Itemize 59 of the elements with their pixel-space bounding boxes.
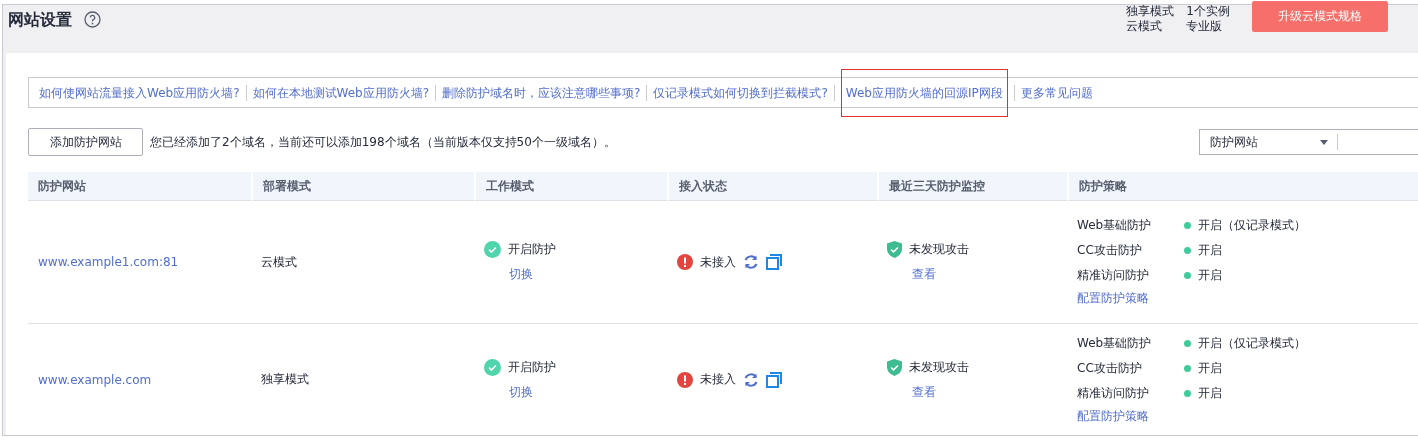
instance-mode: 云模式 — [1126, 19, 1164, 34]
switch-link[interactable]: 切换 — [509, 266, 556, 283]
refresh-icon[interactable] — [743, 254, 759, 270]
switch-link[interactable]: 切换 — [509, 383, 556, 401]
policy-name: Web基础防护 — [1077, 217, 1153, 234]
monitor-status: 未发现攻击 — [909, 241, 969, 258]
configure-policy-link[interactable]: 配置防护策略 — [1077, 290, 1306, 307]
column-header: 接入状态 — [667, 172, 877, 201]
view-link[interactable]: 查看 — [912, 383, 969, 401]
instance-value: 1个实例 — [1186, 4, 1230, 19]
work-status: 开启防护 — [508, 241, 556, 258]
faq-link[interactable]: 删除防护域名时，应该注意哪些事项? — [442, 84, 641, 101]
filter-select[interactable]: 防护网站 — [1199, 129, 1418, 155]
policy-name: 精准访问防护 — [1077, 267, 1150, 284]
site-link[interactable]: www.example1.com:81 — [38, 255, 179, 269]
check-circle-icon — [484, 358, 501, 376]
copy-icon[interactable] — [766, 254, 782, 270]
deploy-mode: 云模式 — [261, 253, 297, 271]
domain-notice: 您已经添加了2个域名，当前还可以添加198个域名（当前版本仅支持50个一级域名）。 — [150, 133, 616, 151]
column-header: 工作模式 — [474, 172, 667, 201]
site-link[interactable]: www.example.com — [38, 372, 152, 387]
shield-icon — [887, 358, 902, 376]
monitor-status: 未发现攻击 — [909, 358, 969, 376]
policy-name: 精准访问防护 — [1077, 384, 1150, 402]
faq-link[interactable]: 如何使网站流量接入Web应用防火墙? — [39, 84, 240, 101]
column-header: 防护网站 — [28, 172, 251, 201]
policy-status: 开启（仅记录模式） — [1198, 217, 1306, 234]
policy-status: 开启 — [1198, 267, 1222, 284]
upgrade-button[interactable]: 升级云模式规格 — [1252, 1, 1388, 32]
policy-status: 开启 — [1198, 359, 1222, 377]
refresh-icon[interactable] — [743, 371, 759, 388]
faq-link[interactable]: 如何在本地测试Web应用防火墙? — [252, 84, 430, 101]
access-status: 未接入 — [700, 371, 736, 388]
faq-link[interactable]: 仅记录模式如何切换到拦截模式? — [653, 84, 828, 101]
page-title: 网站设置 — [8, 10, 72, 31]
configure-policy-link[interactable]: 配置防护策略 — [1077, 407, 1306, 425]
policy-name: Web基础防护 — [1077, 334, 1153, 352]
deploy-mode: 独享模式 — [261, 371, 309, 388]
help-icon[interactable] — [84, 11, 101, 28]
work-status: 开启防护 — [508, 358, 556, 376]
caret-icon — [1320, 139, 1328, 145]
policy-name: CC攻击防护 — [1077, 359, 1143, 377]
copy-icon[interactable] — [766, 371, 782, 388]
faq-link[interactable]: 更多常见问题 — [1020, 84, 1093, 101]
policy-status: 开启 — [1198, 242, 1222, 259]
add-site-button[interactable]: 添加防护网站 — [28, 128, 143, 156]
policy-status: 开启 — [1198, 384, 1222, 402]
access-status: 未接入 — [700, 253, 736, 271]
view-link[interactable]: 查看 — [912, 266, 969, 283]
faq-link[interactable]: Web应用防火墙的回源IP网段 — [845, 84, 1003, 101]
shield-icon — [887, 241, 902, 258]
policy-status: 开启（仅记录模式） — [1198, 334, 1306, 352]
instance-value: 专业版 — [1186, 19, 1224, 34]
column-header: 防护策略 — [1067, 172, 1418, 201]
instance-mode: 独享模式 — [1126, 4, 1175, 19]
policy-name: CC攻击防护 — [1077, 242, 1143, 259]
column-header: 部署模式 — [251, 172, 474, 201]
check-circle-icon — [484, 241, 501, 258]
column-header: 最近三天防护监控 — [877, 172, 1067, 201]
